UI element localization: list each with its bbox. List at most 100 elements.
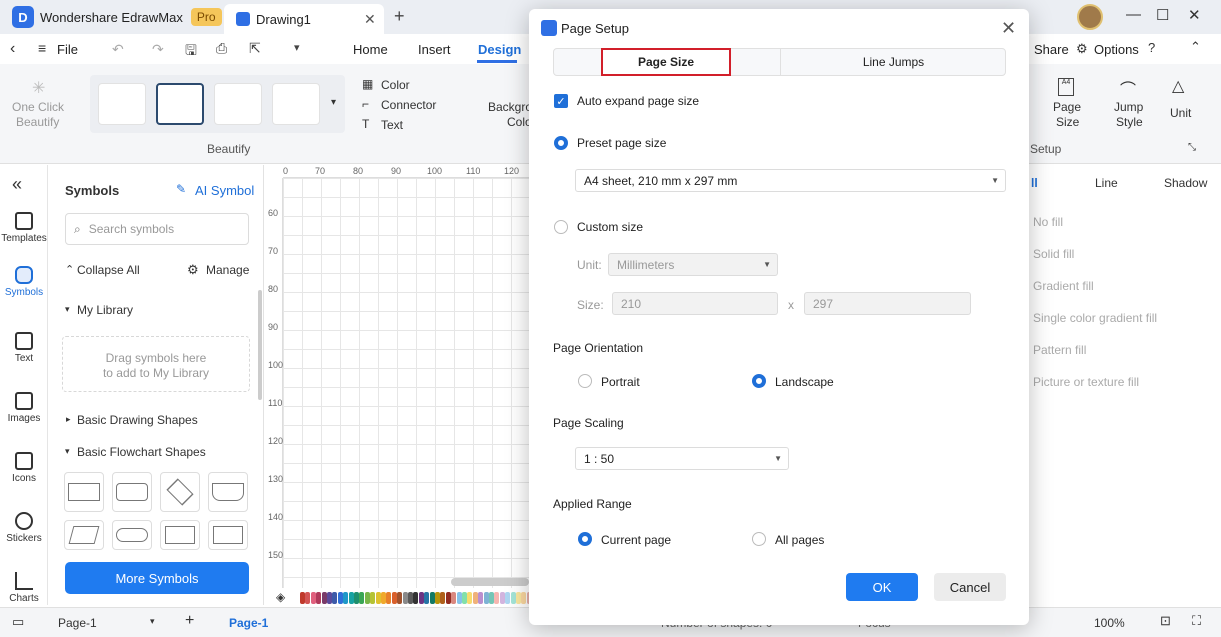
color-swatch[interactable] — [424, 592, 430, 604]
canvas-hscrollbar[interactable] — [451, 578, 529, 586]
shape-rounded-process[interactable] — [112, 472, 152, 512]
color-swatch[interactable] — [354, 592, 359, 604]
color-swatch[interactable] — [397, 592, 403, 604]
basic-drawing-caret-icon[interactable]: ▸ — [66, 414, 71, 425]
options-button[interactable]: Options — [1094, 42, 1139, 57]
color-swatch[interactable] — [521, 592, 527, 604]
save-icon[interactable]: 🖫 — [185, 40, 197, 64]
rail-symbols[interactable]: Symbols — [0, 266, 48, 298]
collapse-panel-icon[interactable]: « — [12, 174, 22, 195]
export-icon[interactable]: ⇱ — [249, 40, 261, 57]
custom-size-radio[interactable] — [554, 220, 568, 234]
flow-style-4[interactable] — [272, 83, 320, 125]
more-actions-icon[interactable]: ▾ — [294, 41, 300, 54]
share-button[interactable]: Share — [1034, 42, 1069, 57]
page-layout-icon[interactable]: ▭ — [12, 614, 24, 630]
color-swatch[interactable] — [413, 592, 419, 604]
shape-decision[interactable] — [160, 472, 200, 512]
color-swatch[interactable] — [327, 592, 332, 604]
color-swatch[interactable] — [300, 592, 305, 604]
collapse-all-button[interactable]: Collapse All — [77, 263, 140, 277]
shape-loop[interactable] — [208, 520, 248, 550]
color-swatch[interactable] — [343, 592, 349, 604]
fill-option-solid[interactable]: Solid fill — [1033, 247, 1074, 261]
fill-option-single-gradient[interactable]: Single color gradient fill — [1033, 311, 1157, 325]
back-icon[interactable]: ‹ — [10, 40, 15, 58]
cancel-button[interactable]: Cancel — [934, 573, 1006, 601]
color-swatch[interactable] — [440, 592, 446, 604]
color-swatch[interactable] — [370, 592, 376, 604]
page-select-caret-icon[interactable]: ▾ — [150, 616, 155, 627]
landscape-radio[interactable] — [752, 374, 766, 388]
close-window-button[interactable]: ✕ — [1188, 6, 1201, 24]
color-swatch[interactable] — [499, 592, 505, 604]
auto-expand-checkbox[interactable]: ✓ — [554, 94, 568, 108]
height-input[interactable]: 297 — [804, 292, 971, 315]
color-swatch[interactable] — [321, 592, 327, 604]
color-swatch[interactable] — [467, 592, 473, 604]
rail-templates[interactable]: Templates — [0, 212, 48, 244]
color-swatch[interactable] — [429, 592, 435, 604]
tab-home[interactable]: Home — [353, 42, 388, 57]
minimize-button[interactable]: — — [1126, 6, 1141, 23]
color-swatch[interactable] — [445, 592, 451, 604]
dialog-close-icon[interactable]: ✕ — [1001, 18, 1016, 39]
color-swatch[interactable] — [489, 592, 494, 604]
color-swatch[interactable] — [478, 592, 484, 604]
manage-button[interactable]: Manage — [206, 263, 249, 277]
text-button[interactable]: Text — [381, 118, 403, 132]
maximize-button[interactable]: ☐ — [1156, 6, 1169, 24]
fill-option-no-fill[interactable]: No fill — [1033, 215, 1063, 229]
collapse-ribbon-icon[interactable]: ⌃ — [1190, 39, 1201, 55]
color-swatch[interactable] — [364, 592, 370, 604]
fill-option-gradient[interactable]: Gradient fill — [1033, 279, 1094, 293]
tab-line-jumps[interactable]: Line Jumps — [780, 48, 1006, 76]
redo-icon[interactable]: ↷ — [152, 41, 164, 58]
color-swatch[interactable] — [451, 592, 457, 604]
all-pages-radio[interactable] — [752, 532, 766, 546]
rail-stickers[interactable]: Stickers — [0, 512, 48, 544]
fit-page-icon[interactable]: ⊡ — [1160, 613, 1171, 629]
zoom-level[interactable]: 100% — [1094, 616, 1125, 630]
color-swatch[interactable] — [381, 592, 386, 604]
color-swatch[interactable] — [386, 592, 392, 604]
color-swatch[interactable] — [472, 592, 478, 604]
file-menu[interactable]: File — [57, 42, 78, 57]
hamburger-icon[interactable]: ≡ — [38, 40, 46, 56]
add-page-icon[interactable]: + — [185, 612, 194, 630]
fill-option-pattern[interactable]: Pattern fill — [1033, 343, 1086, 357]
tab-insert[interactable]: Insert — [418, 42, 451, 57]
color-swatch[interactable] — [456, 592, 462, 604]
preset-size-select[interactable]: A4 sheet, 210 mm x 297 mm ▼ — [575, 169, 1006, 192]
shape-terminator[interactable] — [112, 520, 152, 550]
setup-expand-icon[interactable]: ⤡ — [1188, 142, 1196, 153]
background-color-label-2[interactable]: Colo — [507, 115, 532, 129]
my-library-caret-icon[interactable]: ▾ — [65, 304, 70, 315]
help-icon[interactable]: ? — [1148, 40, 1155, 55]
unit-label[interactable]: Unit — [1170, 106, 1191, 120]
preset-size-radio[interactable] — [554, 136, 568, 150]
tab-line[interactable]: Line — [1095, 176, 1118, 190]
unit-select[interactable]: Millimeters ▼ — [608, 253, 778, 276]
color-swatch[interactable] — [483, 592, 489, 604]
document-tab[interactable]: Drawing1 ✕ — [224, 4, 384, 34]
app-tab[interactable]: D Wondershare EdrawMax Pro — [0, 0, 222, 34]
basic-flowchart-header[interactable]: Basic Flowchart Shapes — [77, 445, 206, 459]
fill-option-picture[interactable]: Picture or texture fill — [1033, 375, 1139, 389]
more-symbols-button[interactable]: More Symbols — [65, 562, 249, 594]
color-swatch[interactable] — [418, 592, 424, 604]
close-tab-icon[interactable]: ✕ — [364, 11, 384, 28]
page-size-label-1[interactable]: Page — [1053, 100, 1081, 114]
flow-style-2[interactable] — [156, 83, 204, 125]
shape-process[interactable] — [64, 472, 104, 512]
color-swatch[interactable] — [348, 592, 354, 604]
color-swatch[interactable] — [402, 592, 408, 604]
new-tab-button[interactable]: + — [394, 6, 405, 27]
rail-images[interactable]: Images — [0, 392, 48, 424]
color-swatch[interactable] — [305, 592, 311, 604]
rail-icons[interactable]: Icons — [0, 452, 48, 484]
tab-shadow[interactable]: Shadow — [1164, 176, 1207, 190]
color-swatch[interactable] — [408, 592, 413, 604]
connector-button[interactable]: Connector — [381, 98, 436, 112]
jump-style-label-1[interactable]: Jump — [1114, 100, 1143, 114]
